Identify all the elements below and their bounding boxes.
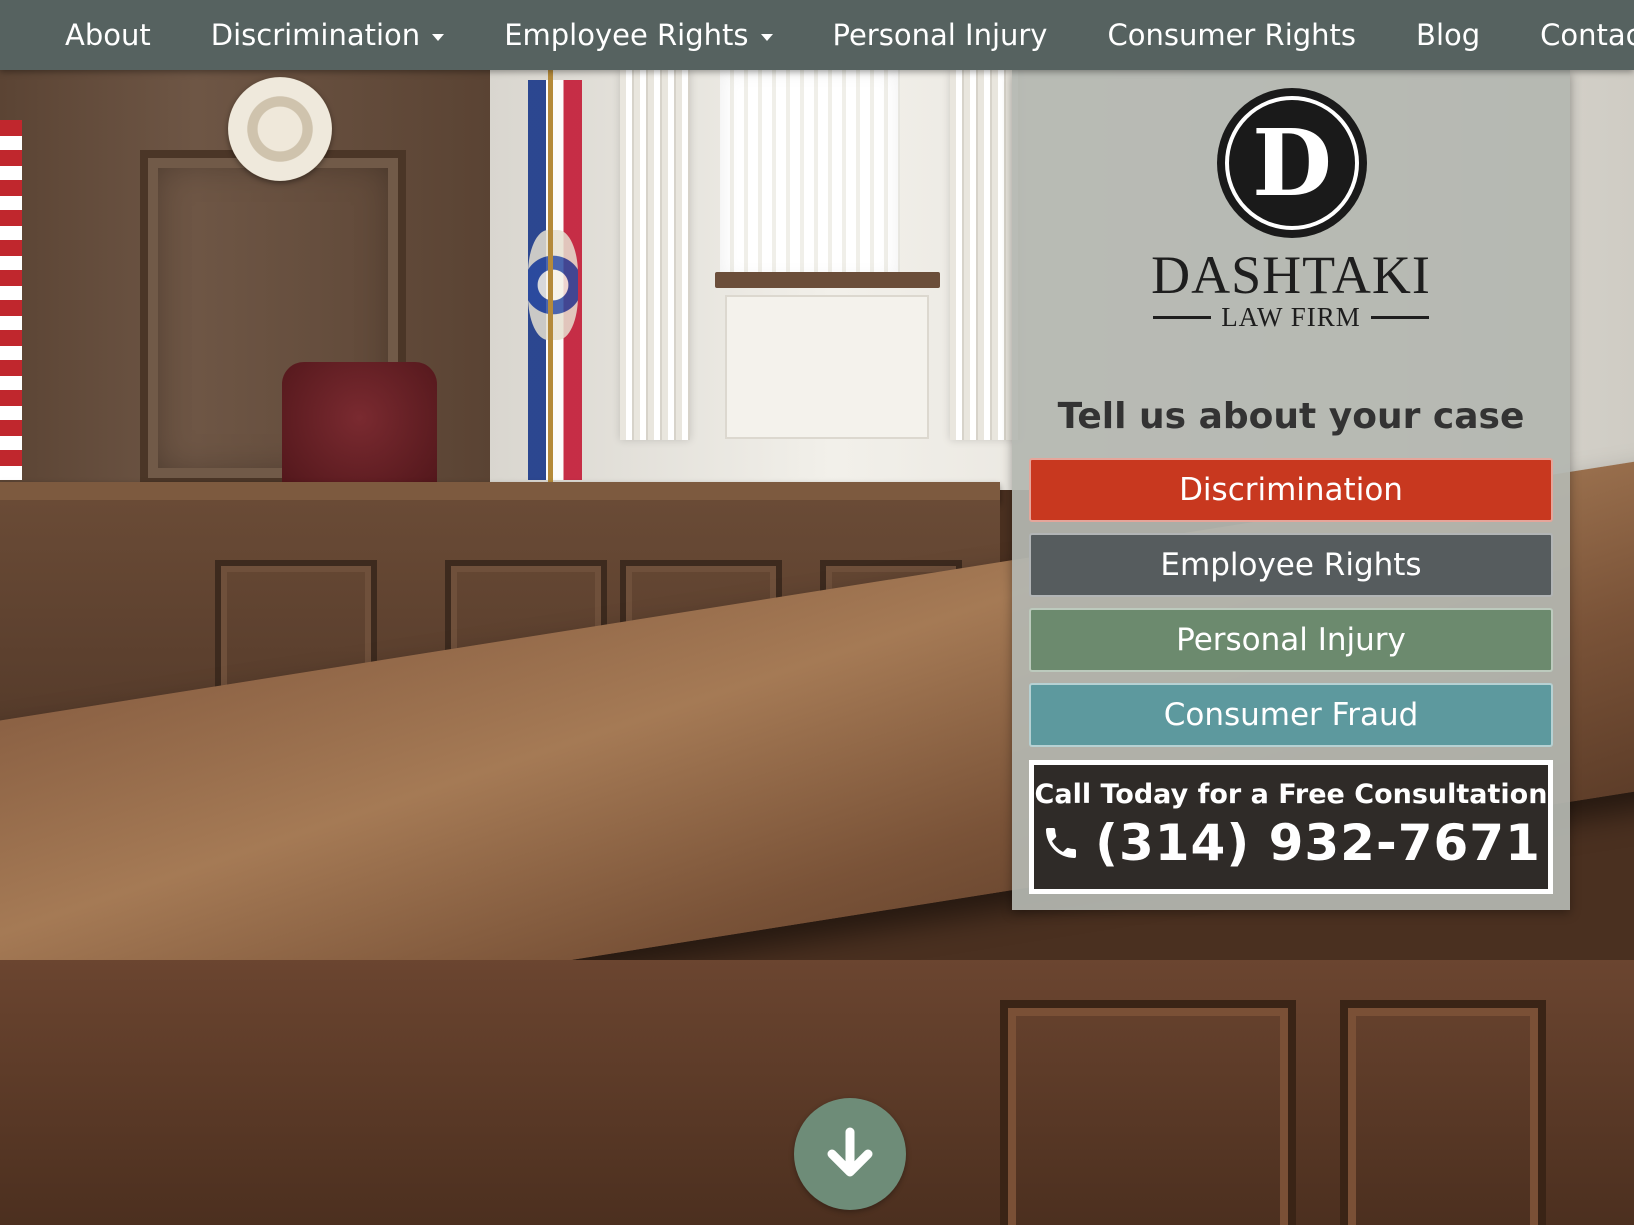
state-seal-image: [228, 77, 332, 181]
case-panel: D DASHTAKI LAW FIRM Tell us about your c…: [1012, 70, 1570, 910]
nav-list: About Discrimination Employee Rights Per…: [0, 0, 1634, 70]
arrow-down-icon: [827, 1127, 873, 1177]
nav-item-discrimination[interactable]: Discrimination: [181, 18, 474, 52]
nav-item-about[interactable]: About: [35, 18, 181, 52]
pilaster: [620, 70, 690, 440]
call-to-action[interactable]: Call Today for a Free Consultation (314)…: [1029, 760, 1553, 894]
logo-icon[interactable]: D: [1217, 88, 1367, 238]
flag-pole: [548, 70, 553, 490]
logo-name: DASHTAKI: [1151, 245, 1431, 305]
desk-panel: [1340, 1000, 1546, 1225]
desk-panel: [1000, 1000, 1296, 1225]
consumer-fraud-button[interactable]: Consumer Fraud: [1029, 683, 1553, 747]
nav-item-personal-injury[interactable]: Personal Injury: [803, 18, 1078, 52]
button-label: Consumer Fraud: [1163, 697, 1419, 733]
logo-subtitle-text: LAW FIRM: [1221, 302, 1361, 332]
divider: [1153, 316, 1212, 319]
window-sill: [715, 272, 940, 288]
scroll-down-button[interactable]: [794, 1098, 906, 1210]
phone-icon: [1046, 828, 1077, 858]
nav-item-contact[interactable]: Contact: [1510, 18, 1634, 52]
nav-item-employee-rights[interactable]: Employee Rights: [474, 18, 802, 52]
button-label: Discrimination: [1179, 472, 1403, 508]
phone-number[interactable]: (314) 932-7671: [1095, 814, 1541, 872]
nav-label: Contact: [1540, 18, 1634, 52]
button-label: Employee Rights: [1160, 547, 1422, 583]
wall-niche: [725, 295, 929, 439]
pilaster: [950, 70, 1020, 440]
case-heading: Tell us about your case: [1057, 396, 1525, 437]
us-flag-image: [0, 120, 22, 480]
nav-item-consumer-rights[interactable]: Consumer Rights: [1077, 18, 1386, 52]
logo-subtitle: LAW FIRM: [1012, 302, 1570, 333]
call-label: Call Today for a Free Consultation: [1034, 779, 1548, 810]
nav-label: Discrimination: [210, 18, 421, 52]
nav-label: Consumer Rights: [1107, 18, 1357, 52]
nav-label: Blog: [1416, 18, 1481, 52]
caret-down-icon: [432, 33, 445, 41]
employee-rights-button[interactable]: Employee Rights: [1029, 533, 1553, 597]
caret-down-icon: [760, 33, 773, 41]
personal-injury-button[interactable]: Personal Injury: [1029, 608, 1553, 672]
window: [720, 70, 900, 280]
divider: [1370, 316, 1429, 319]
nav-label: Employee Rights: [504, 18, 749, 52]
nav-label: Personal Injury: [832, 18, 1048, 52]
button-label: Personal Injury: [1176, 622, 1406, 658]
bench-top: [0, 482, 1000, 502]
flag-emblem: [528, 230, 578, 340]
nav-item-blog[interactable]: Blog: [1386, 18, 1510, 52]
main-nav: About Discrimination Employee Rights Per…: [0, 0, 1634, 70]
logo-letter: D: [1225, 96, 1359, 230]
discrimination-button[interactable]: Discrimination: [1029, 458, 1553, 522]
nav-label: About: [65, 18, 151, 52]
phone-row: (314) 932-7671: [1034, 814, 1548, 872]
judge-chair-image: [282, 362, 437, 502]
